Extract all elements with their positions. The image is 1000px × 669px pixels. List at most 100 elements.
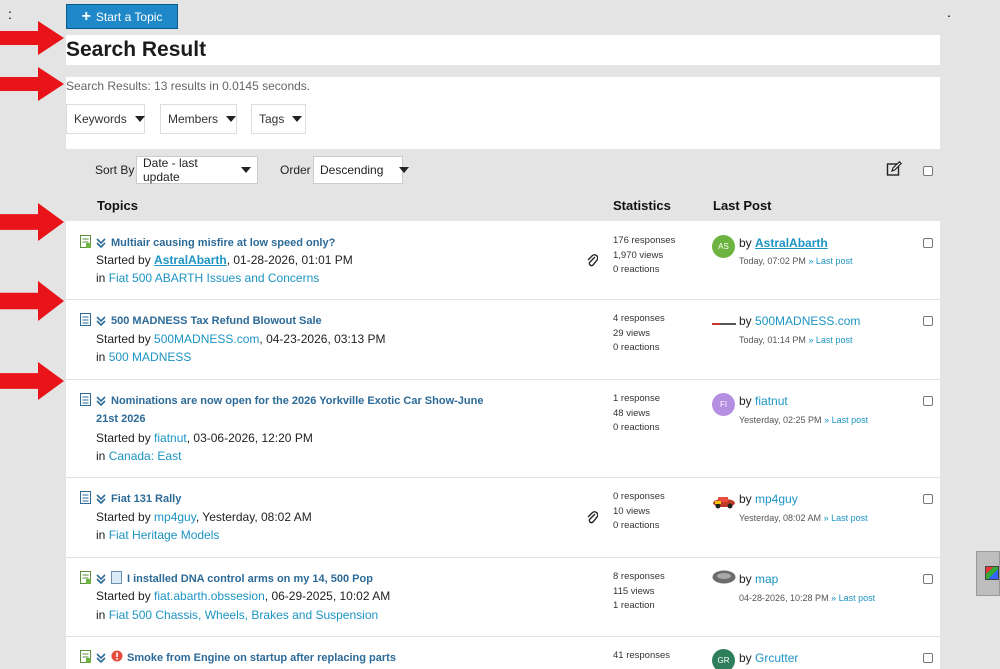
start-topic-button[interactable]: + Start a Topic: [66, 4, 178, 29]
alert-icon: [111, 650, 123, 662]
last-post-by-prefix: by: [739, 651, 756, 665]
topic-title-link[interactable]: Multiair causing misfire at low speed on…: [111, 234, 335, 252]
map-avatar-icon[interactable]: [712, 570, 736, 584]
topic-document-icon: [80, 650, 91, 663]
reactions-count: 0 reactions: [613, 422, 660, 433]
topic-title-link-continued[interactable]: 21st 2026: [96, 410, 146, 428]
forum-link[interactable]: Fiat 500 Chassis, Wheels, Brakes and Sus…: [109, 608, 378, 622]
last-post-user-link[interactable]: fiatnut: [755, 394, 788, 408]
chevron-down-icon[interactable]: [96, 574, 106, 584]
last-post-timestamp: Today, 07:02 PM: [739, 256, 806, 266]
last-post-by: by 500MADNESS.com: [739, 314, 860, 328]
forum-link[interactable]: Canada: East: [109, 449, 182, 463]
last-post-user-link[interactable]: 500MADNESS.com: [755, 314, 860, 328]
file-icon: [111, 571, 122, 584]
tags-filter-dropdown[interactable]: Tags: [251, 104, 306, 134]
last-post-by: by map: [739, 572, 778, 586]
topic-select-checkbox[interactable]: [923, 494, 933, 504]
sort-by-label: Sort By: [95, 163, 135, 177]
order-select[interactable]: Descending: [313, 156, 410, 184]
topic-statistics: 8 responses 115 views 1 reaction: [613, 570, 665, 614]
last-post-time: Today, 01:14 PM » Last post: [739, 335, 852, 345]
last-post-link[interactable]: Last post: [832, 415, 869, 425]
last-post-user-link[interactable]: map: [755, 572, 778, 586]
topic-row: Smoke from Engine on startup after repla…: [66, 637, 940, 669]
photo-icon: [985, 566, 999, 580]
responses-count: 1 response: [613, 393, 661, 404]
members-filter-dropdown[interactable]: Members: [160, 104, 237, 134]
topic-select-checkbox[interactable]: [923, 238, 933, 248]
topic-statistics: 41 responses: [613, 649, 670, 664]
topic-started-by: Started by fiat.abarth.obssesion, 06-29-…: [96, 589, 390, 603]
edit-icon[interactable]: [886, 161, 902, 177]
keywords-filter-dropdown[interactable]: Keywords: [66, 104, 145, 134]
last-post-link[interactable]: Last post: [816, 256, 853, 266]
in-prefix: in: [96, 449, 109, 463]
topic-statistics: 4 responses 29 views 0 reactions: [613, 312, 665, 356]
chevron-down-icon[interactable]: [96, 396, 106, 406]
chevron-down-icon[interactable]: [96, 494, 106, 504]
topic-author-link[interactable]: fiat.abarth.obssesion: [154, 589, 265, 603]
topic-title-link[interactable]: I installed DNA control arms on my 14, 5…: [127, 570, 373, 588]
in-prefix: in: [96, 350, 109, 364]
topic-title-link[interactable]: Fiat 131 Rally: [111, 490, 181, 508]
topic-select-checkbox[interactable]: [923, 574, 933, 584]
in-prefix: in: [96, 608, 109, 622]
topic-author-link[interactable]: fiatnut: [154, 431, 187, 445]
views-count: 48 views: [613, 407, 650, 419]
topic-statistics: 0 responses 10 views 0 reactions: [613, 490, 665, 534]
forum-link[interactable]: 500 MADNESS: [109, 350, 192, 364]
topic-select-checkbox[interactable]: [923, 396, 933, 406]
mp4guy-avatar-icon[interactable]: [712, 491, 736, 511]
last-post-link[interactable]: Last post: [839, 593, 876, 603]
chevron-down-icon[interactable]: [96, 316, 106, 326]
topic-document-icon: [80, 393, 91, 406]
started-by-prefix: Started by: [96, 253, 155, 267]
forum-link[interactable]: Fiat Heritage Models: [109, 528, 220, 542]
topic-document-icon: [80, 235, 91, 248]
caret-down-icon: [241, 167, 251, 173]
double-chevron-right-icon[interactable]: »: [824, 513, 829, 523]
red-arrow-icon: [0, 203, 64, 241]
last-post-user-link[interactable]: AstralAbarth: [755, 236, 828, 250]
topic-document-icon: [80, 491, 91, 504]
double-chevron-right-icon[interactable]: »: [808, 256, 813, 266]
topic-select-checkbox[interactable]: [923, 316, 933, 326]
500madness-logo-icon: [712, 322, 736, 326]
last-post-link[interactable]: Last post: [816, 335, 853, 345]
last-post-by-prefix: by: [739, 236, 756, 250]
topic-title-link[interactable]: 500 MADNESS Tax Refund Blowout Sale: [111, 312, 322, 330]
avatar[interactable]: FI: [712, 393, 735, 416]
topic-author-link[interactable]: AstralAbarth: [154, 253, 227, 267]
topic-forum: in Fiat 500 ABARTH Issues and Concerns: [96, 271, 319, 285]
avatar[interactable]: GR: [712, 649, 735, 669]
last-post-link[interactable]: Last post: [831, 513, 868, 523]
last-post-by: by fiatnut: [739, 394, 788, 408]
topic-author-link[interactable]: 500MADNESS.com: [154, 332, 259, 346]
sort-by-select[interactable]: Date - last update: [136, 156, 258, 184]
last-post-user-link[interactable]: mp4guy: [755, 492, 798, 506]
red-arrow-icon: [0, 281, 64, 321]
started-date: , 04-23-2026, 03:13 PM: [259, 332, 386, 346]
chevron-down-icon[interactable]: [96, 238, 106, 248]
topic-title-link[interactable]: Nominations are now open for the 2026 Yo…: [111, 392, 483, 410]
topic-author-link[interactable]: mp4guy: [154, 510, 196, 524]
started-by-prefix: Started by: [96, 332, 155, 346]
responses-count: 0 responses: [613, 491, 665, 502]
side-widget[interactable]: [976, 551, 1000, 596]
chevron-down-icon[interactable]: [96, 653, 106, 663]
topic-select-checkbox[interactable]: [923, 653, 933, 663]
double-chevron-right-icon[interactable]: »: [831, 593, 836, 603]
double-chevron-right-icon[interactable]: »: [808, 335, 813, 345]
avatar[interactable]: AS: [712, 235, 735, 258]
reactions-count: 1 reaction: [613, 600, 655, 611]
topic-title-link[interactable]: Smoke from Engine on startup after repla…: [127, 649, 396, 667]
select-all-checkbox[interactable]: [923, 166, 933, 176]
stray-mark-right: .: [947, 4, 951, 20]
forum-link[interactable]: Fiat 500 ABARTH Issues and Concerns: [109, 271, 320, 285]
double-chevron-right-icon[interactable]: »: [824, 415, 829, 425]
in-prefix: in: [96, 271, 109, 285]
last-post-user-link[interactable]: Grcutter: [755, 651, 798, 665]
page-title: Search Result: [66, 38, 207, 61]
started-by-prefix: Started by: [96, 510, 155, 524]
